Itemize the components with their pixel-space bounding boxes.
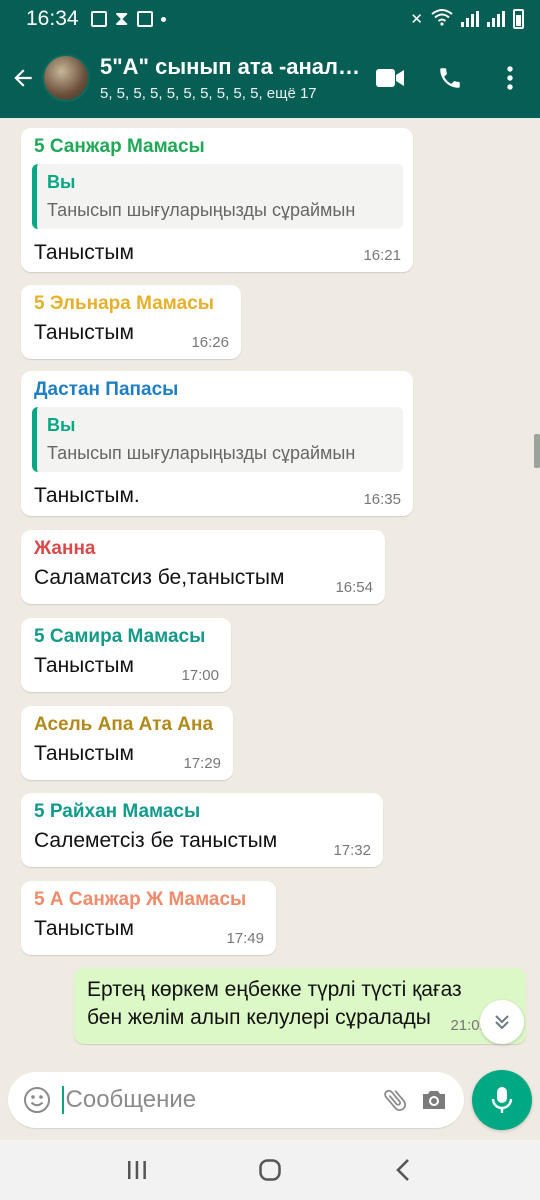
chat-participants: 5, 5, 5, 5, 5, 5, 5, 5, 5, 5, ещё 17 xyxy=(100,85,317,102)
chat-title: 5"А" сынып ата -анала... xyxy=(100,54,368,79)
message-time: 16:26 xyxy=(191,334,229,351)
home-icon xyxy=(259,1159,281,1181)
message-sender: 5 Самира Мамасы xyxy=(34,626,206,647)
back-button[interactable] xyxy=(4,48,42,108)
message-bubble[interactable]: 5 Самира Мамасы Таныстым 17:00 xyxy=(21,618,231,692)
recents-icon xyxy=(127,1161,146,1179)
status-bar: 16:34 ⧗ ✕ xyxy=(0,0,540,38)
message-bubble[interactable]: Асель Апа Ата Ана Таныстым 17:29 xyxy=(21,706,233,780)
voice-message-button[interactable] xyxy=(472,1070,532,1130)
system-navigation-bar xyxy=(0,1140,540,1200)
nav-back-button[interactable] xyxy=(373,1145,433,1195)
message-time: 16:54 xyxy=(335,579,373,596)
chevron-double-down-icon xyxy=(495,1015,509,1030)
message-sender: Дастан Папасы xyxy=(34,379,179,400)
message-sender: 5 Санжар Мамасы xyxy=(34,136,205,157)
message-time: 17:32 xyxy=(333,842,371,859)
scroll-to-bottom-button[interactable] xyxy=(480,1000,524,1044)
status-notification-icons: ⧗ xyxy=(90,7,166,31)
message-time: 17:00 xyxy=(181,667,219,684)
gallery-notification-icon xyxy=(90,11,107,27)
message-sender: 5 Эльнара Мамасы xyxy=(34,293,214,314)
more-options-button[interactable] xyxy=(480,48,540,108)
signal-1-icon xyxy=(461,11,479,27)
status-system-icons: ✕ xyxy=(410,8,524,30)
app-notification-icon xyxy=(136,11,153,27)
status-time: 16:34 xyxy=(26,7,79,30)
back-icon xyxy=(396,1159,410,1181)
back-arrow-icon xyxy=(14,69,32,87)
more-vert-icon xyxy=(507,66,513,90)
outgoing-message-bubble[interactable]: Ертең көркем еңбекке түрлі түсті қағаз б… xyxy=(74,968,526,1044)
message-bubble[interactable]: 5 Эльнара Мамасы Таныстым 16:26 xyxy=(21,285,241,359)
quoted-message[interactable]: Вы Танысып шығуларыңызды сұраймын xyxy=(32,407,403,472)
recents-button[interactable] xyxy=(107,1145,167,1195)
more-notifications-dot-icon xyxy=(160,16,166,22)
video-call-icon xyxy=(376,69,404,87)
message-bubble[interactable]: 5 Санжар Мамасы Вы Танысып шығуларыңызды… xyxy=(21,128,413,272)
message-sender: Асель Апа Ата Ана xyxy=(34,714,214,735)
message-sender: 5 А Санжар Ж Мамасы xyxy=(34,889,247,910)
chat-header: 5"А" сынып ата -анала... 5, 5, 5, 5, 5, … xyxy=(0,38,540,118)
voice-call-button[interactable] xyxy=(420,48,480,108)
emoji-button[interactable] xyxy=(18,1078,56,1122)
signal-2-icon xyxy=(487,11,505,27)
message-sender: Жанна xyxy=(34,538,96,559)
phone-icon xyxy=(440,68,460,88)
message-bubble[interactable]: Дастан Папасы Вы Танысып шығуларыңызды с… xyxy=(21,371,413,516)
hourglass-notification-icon: ⧗ xyxy=(114,7,129,30)
wifi-icon xyxy=(431,8,453,30)
quoted-sender: Вы xyxy=(47,172,76,192)
message-text: Таныстым xyxy=(34,241,134,264)
message-text: Саламатсиз бе,таныстым xyxy=(34,566,285,589)
mic-icon xyxy=(491,1087,513,1113)
message-time: 16:35 xyxy=(363,491,401,508)
message-list[interactable]: 5 Санжар Мамасы Вы Танысып шығуларыңызды… xyxy=(0,118,540,1070)
message-bubble[interactable]: Жанна Саламатсиз бе,таныстым 16:54 xyxy=(21,530,385,604)
message-text: Ертең көркем еңбекке түрлі түсті қағаз б… xyxy=(87,978,462,1029)
battery-icon xyxy=(513,9,524,29)
message-bubble[interactable]: 5 Райхан Мамасы Салеметсіз бе таныстым 1… xyxy=(21,793,383,867)
camera-icon xyxy=(423,1091,446,1109)
camera-button[interactable] xyxy=(415,1077,454,1123)
quoted-sender: Вы xyxy=(47,415,76,435)
video-call-button[interactable] xyxy=(360,48,420,108)
message-time: 17:29 xyxy=(183,755,221,772)
group-avatar[interactable] xyxy=(42,54,90,102)
message-composer xyxy=(8,1072,464,1128)
message-bubble[interactable]: 5 А Санжар Ж Мамасы Таныстым 17:49 xyxy=(21,881,276,955)
attach-button[interactable] xyxy=(376,1077,415,1123)
quoted-text: Танысып шығуларыңызды сұраймын xyxy=(47,443,356,463)
message-input[interactable] xyxy=(61,1086,376,1114)
message-sender: 5 Райхан Мамасы xyxy=(34,801,201,822)
message-time: 16:21 xyxy=(363,247,401,264)
message-text: Таныстым. xyxy=(34,484,140,507)
emoji-icon xyxy=(23,1087,50,1113)
mute-icon: ✕ xyxy=(410,11,423,28)
fast-scroll-handle[interactable] xyxy=(534,434,540,468)
attach-icon xyxy=(384,1089,407,1111)
quoted-text: Танысып шығуларыңызды сұраймын xyxy=(47,200,356,220)
home-button[interactable] xyxy=(240,1145,300,1195)
quoted-message[interactable]: Вы Танысып шығуларыңызды сұраймын xyxy=(32,164,403,229)
message-time: 17:49 xyxy=(226,930,264,947)
chat-title-area[interactable]: 5"А" сынып ата -анала... 5, 5, 5, 5, 5, … xyxy=(100,54,368,102)
message-text: Салеметсіз бе таныстым xyxy=(34,829,278,852)
